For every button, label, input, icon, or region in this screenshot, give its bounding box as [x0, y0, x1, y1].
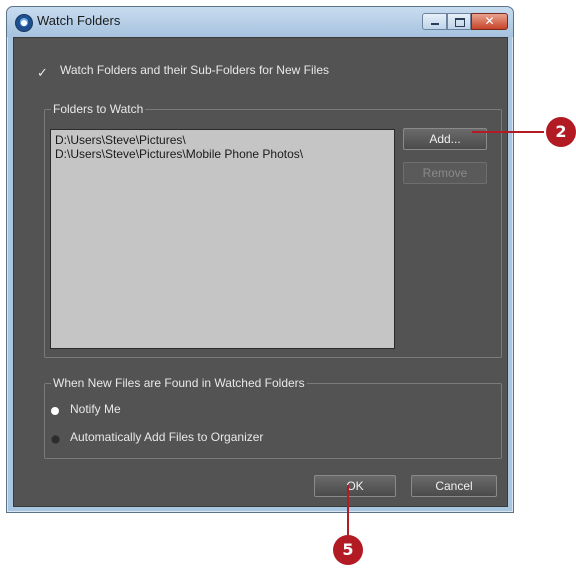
- list-item[interactable]: D:\Users\Steve\Pictures\Mobile Phone Pho…: [55, 147, 303, 161]
- ok-button[interactable]: OK: [314, 475, 396, 497]
- window-title: Watch Folders: [37, 13, 121, 28]
- maximize-button[interactable]: [447, 13, 471, 30]
- callout-line-add: [472, 131, 544, 133]
- radio-unselected-icon[interactable]: [51, 435, 60, 444]
- callout-line-ok: [347, 485, 349, 535]
- title-bar: Watch Folders ✕: [7, 7, 513, 37]
- radio-selected-icon[interactable]: [51, 407, 59, 415]
- new-files-found-group: When New Files are Found in Watched Fold…: [44, 376, 502, 459]
- notify-me-label[interactable]: Notify Me: [70, 402, 121, 416]
- callout-step-5: 5: [333, 535, 363, 565]
- minimize-button[interactable]: [422, 13, 447, 30]
- app-icon: [15, 14, 33, 32]
- watch-subfolders-label[interactable]: Watch Folders and their Sub-Folders for …: [60, 63, 329, 77]
- remove-folder-button[interactable]: Remove: [403, 162, 487, 184]
- callout-step-2: 2: [546, 117, 576, 147]
- new-files-found-legend: When New Files are Found in Watched Fold…: [51, 376, 307, 390]
- folders-list[interactable]: D:\Users\Steve\Pictures\ D:\Users\Steve\…: [50, 129, 395, 349]
- list-item[interactable]: D:\Users\Steve\Pictures\: [55, 133, 186, 147]
- watch-subfolders-checkbox[interactable]: ✓: [37, 64, 49, 80]
- close-icon: ✕: [484, 14, 495, 28]
- dialog-body: ✓ Watch Folders and their Sub-Folders fo…: [13, 37, 508, 507]
- close-button[interactable]: ✕: [471, 13, 508, 30]
- auto-add-label[interactable]: Automatically Add Files to Organizer: [70, 430, 263, 444]
- cancel-button[interactable]: Cancel: [411, 475, 497, 497]
- watch-folders-window: Watch Folders ✕ ✓ Watch Folders and thei…: [6, 6, 514, 513]
- checkbox-icon: ✓: [37, 66, 48, 81]
- folders-to-watch-legend: Folders to Watch: [51, 102, 146, 116]
